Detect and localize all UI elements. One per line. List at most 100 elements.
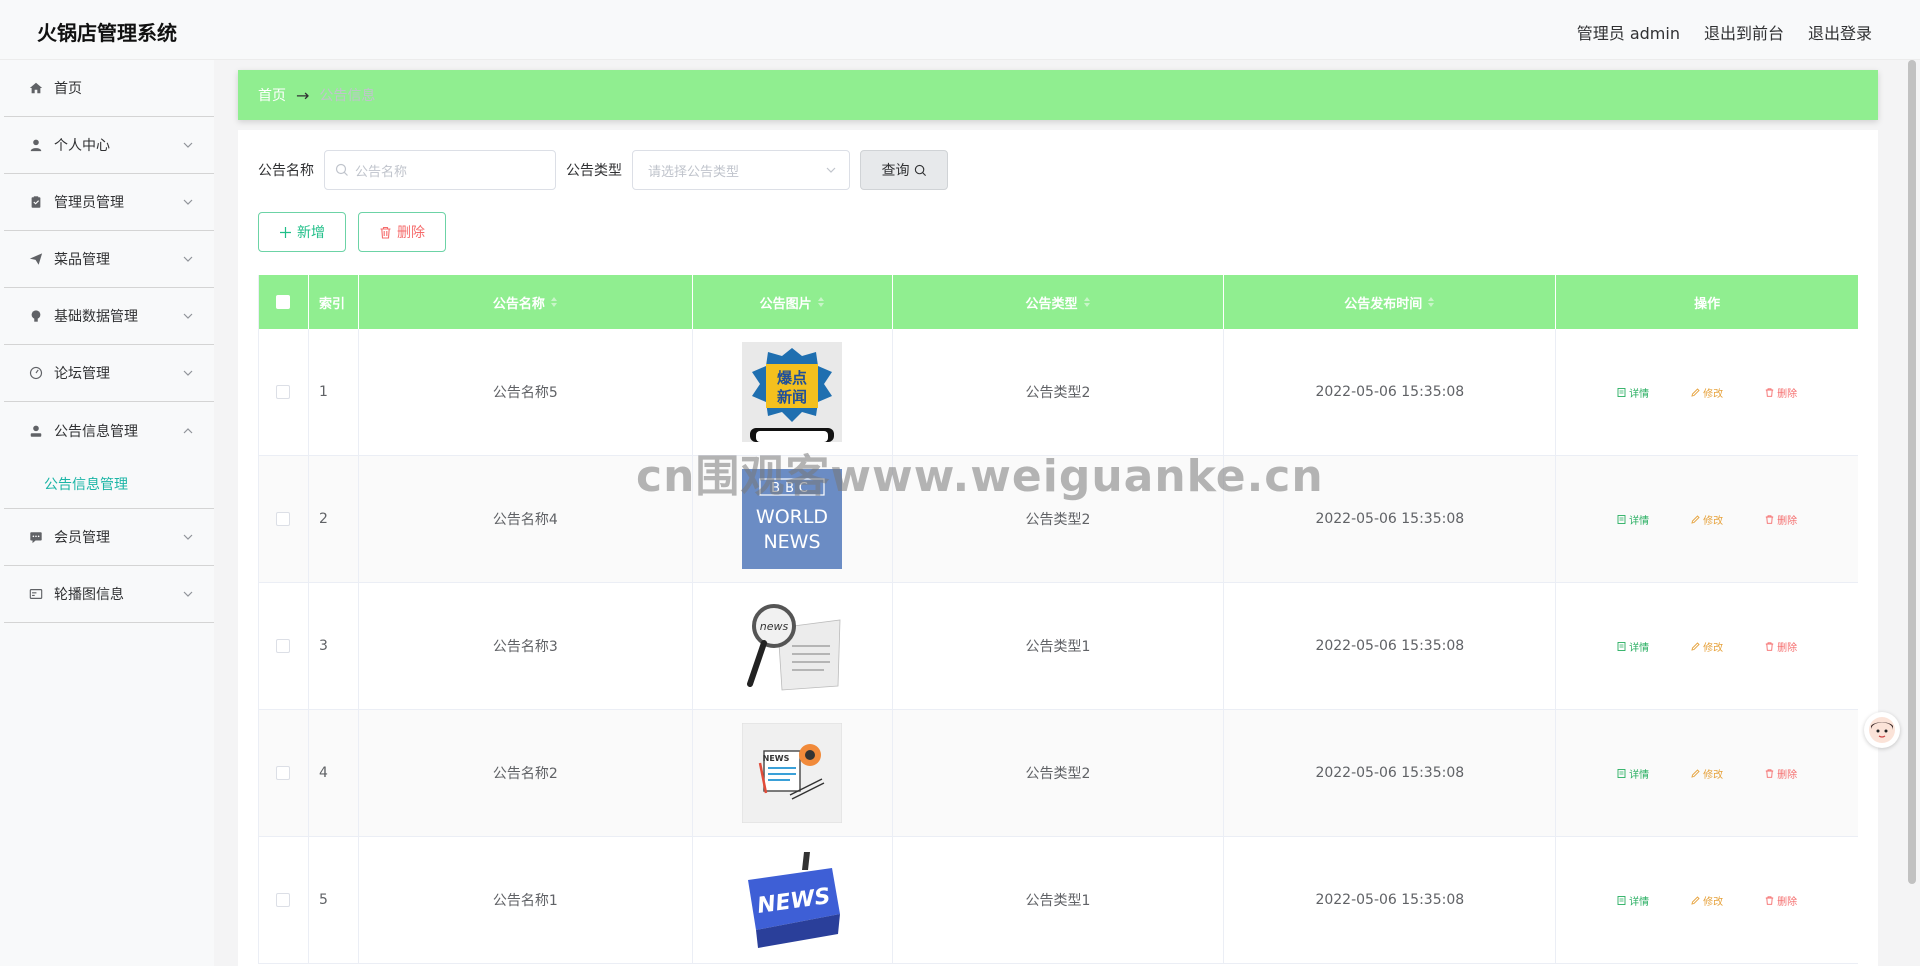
row-image: news <box>693 583 893 709</box>
table-row: 1 公告名称5 爆点 新闻 公告类型2 2022-05-06 15:35:08 <box>259 329 1858 456</box>
row-time: 2022-05-06 15:35:08 <box>1224 710 1557 836</box>
header-type-label: 公告类型 <box>1025 296 1078 312</box>
logout-link[interactable]: 退出登录 <box>1808 20 1872 44</box>
thumb-text-1: news <box>760 620 789 633</box>
header-select-all[interactable] <box>259 275 309 329</box>
row-name: 公告名称1 <box>359 837 693 963</box>
edit-button[interactable]: 修改 <box>1683 635 1731 658</box>
sidebar: 首页 个人中心 管理员管理 菜品管理 基础数据管理 论坛管理 公告信息管理 公告… <box>0 60 214 966</box>
detail-button[interactable]: 详情 <box>1609 508 1657 531</box>
sidebar-item-label: 会员管理 <box>54 530 110 546</box>
header-type[interactable]: 公告类型 <box>893 275 1225 329</box>
chevron-down-icon <box>183 256 193 262</box>
query-button[interactable]: 查询 <box>860 150 948 190</box>
row-checkbox[interactable] <box>276 639 291 653</box>
row-name: 公告名称4 <box>359 456 693 582</box>
chevron-up-icon <box>183 427 193 433</box>
scrollbar-thumb[interactable] <box>1908 60 1916 884</box>
trash-icon <box>1765 641 1774 651</box>
row-select[interactable] <box>259 837 309 963</box>
row-index: 4 <box>309 710 359 836</box>
edit-button[interactable]: 修改 <box>1683 762 1731 785</box>
sidebar-item-carousel-info[interactable]: 轮播图信息 <box>4 566 214 623</box>
row-checkbox[interactable] <box>276 512 291 526</box>
sidebar-item-basic-data[interactable]: 基础数据管理 <box>4 288 214 345</box>
edit-icon <box>1691 768 1700 778</box>
sidebar-item-label: 菜品管理 <box>54 252 110 268</box>
header-image[interactable]: 公告图片 <box>693 275 893 329</box>
header-name-label: 公告名称 <box>492 296 545 312</box>
row-name: 公告名称2 <box>359 710 693 836</box>
notice-name-placeholder: 公告名称 <box>355 164 408 180</box>
plus-icon <box>280 226 291 238</box>
add-button-label: 新增 <box>297 225 325 241</box>
notice-type-select[interactable]: 请选择公告类型 <box>632 150 850 190</box>
row-select[interactable] <box>259 329 309 455</box>
row-type: 公告类型1 <box>893 837 1225 963</box>
delete-button[interactable]: 删除 <box>1757 762 1805 785</box>
notice-name-input[interactable]: 公告名称 <box>324 150 556 190</box>
assistant-avatar[interactable] <box>1864 712 1900 748</box>
row-index: 5 <box>309 837 359 963</box>
row-time: 2022-05-06 15:35:08 <box>1224 837 1557 963</box>
delete-button[interactable]: 删除 <box>1757 508 1805 531</box>
breadcrumb-home[interactable]: 首页 <box>258 85 286 105</box>
detail-button[interactable]: 详情 <box>1609 762 1657 785</box>
row-image: NEWS <box>693 710 893 836</box>
notice-thumbnail: NEWS <box>742 723 843 823</box>
table-header: 索引 公告名称 公告图片 公告类型 公告发布时间 操作 <box>259 275 1858 329</box>
detail-button[interactable]: 详情 <box>1609 889 1657 912</box>
delete-label: 删除 <box>1777 515 1798 527</box>
batch-delete-button[interactable]: 删除 <box>358 212 446 252</box>
gauge-icon <box>28 365 44 381</box>
edit-button[interactable]: 修改 <box>1683 889 1731 912</box>
sort-icon[interactable] <box>817 296 825 308</box>
edit-button[interactable]: 修改 <box>1683 508 1731 531</box>
row-select[interactable] <box>259 710 309 836</box>
chevron-down-icon <box>183 534 193 540</box>
row-select[interactable] <box>259 456 309 582</box>
edit-label: 修改 <box>1703 896 1724 908</box>
query-button-label: 查询 <box>881 163 910 179</box>
edit-icon <box>1691 514 1700 524</box>
header-name[interactable]: 公告名称 <box>359 275 693 329</box>
chevron-down-icon <box>183 199 193 205</box>
page-scrollbar[interactable] <box>1908 60 1916 960</box>
sidebar-item-admin-management[interactable]: 管理员管理 <box>4 174 214 231</box>
row-name: 公告名称3 <box>359 583 693 709</box>
sort-icon[interactable] <box>550 296 558 308</box>
header-ops: 操作 <box>1694 296 1721 312</box>
sidebar-item-forum-management[interactable]: 论坛管理 <box>4 345 214 402</box>
delete-button[interactable]: 删除 <box>1757 889 1805 912</box>
sidebar-item-personal-center[interactable]: 个人中心 <box>4 117 214 174</box>
row-index: 2 <box>309 456 359 582</box>
sidebar-item-label: 论坛管理 <box>54 366 110 382</box>
delete-button[interactable]: 删除 <box>1757 381 1805 404</box>
row-checkbox[interactable] <box>276 385 291 399</box>
add-button[interactable]: 新增 <box>258 212 346 252</box>
delete-label: 删除 <box>1777 388 1798 400</box>
sidebar-item-member-management[interactable]: 会员管理 <box>4 509 214 566</box>
current-user: 管理员 admin <box>1576 24 1680 43</box>
row-image: 爆点 新闻 <box>693 329 893 455</box>
breadcrumb: 首页 → 公告信息 <box>238 70 1878 120</box>
delete-button[interactable]: 删除 <box>1757 635 1805 658</box>
sidebar-item-home[interactable]: 首页 <box>4 60 214 117</box>
search-form: 公告名称 公告名称 公告类型 请选择公告类型 查询 <box>258 150 948 190</box>
header-time[interactable]: 公告发布时间 <box>1224 275 1557 329</box>
row-select[interactable] <box>259 583 309 709</box>
select-all-checkbox[interactable] <box>276 295 291 309</box>
sort-icon[interactable] <box>1427 296 1435 308</box>
row-checkbox[interactable] <box>276 893 291 907</box>
submenu-notice-management[interactable]: 公告信息管理 <box>4 459 214 509</box>
row-checkbox[interactable] <box>276 766 291 780</box>
detail-button[interactable]: 详情 <box>1609 381 1657 404</box>
sort-icon[interactable] <box>1083 296 1091 308</box>
sidebar-item-notice-management[interactable]: 公告信息管理 <box>4 402 214 459</box>
detail-button[interactable]: 详情 <box>1609 635 1657 658</box>
edit-button[interactable]: 修改 <box>1683 381 1731 404</box>
row-name: 公告名称5 <box>359 329 693 455</box>
sidebar-item-dish-management[interactable]: 菜品管理 <box>4 231 214 288</box>
to-front-link[interactable]: 退出到前台 <box>1704 20 1784 44</box>
header-index: 索引 <box>309 275 359 329</box>
